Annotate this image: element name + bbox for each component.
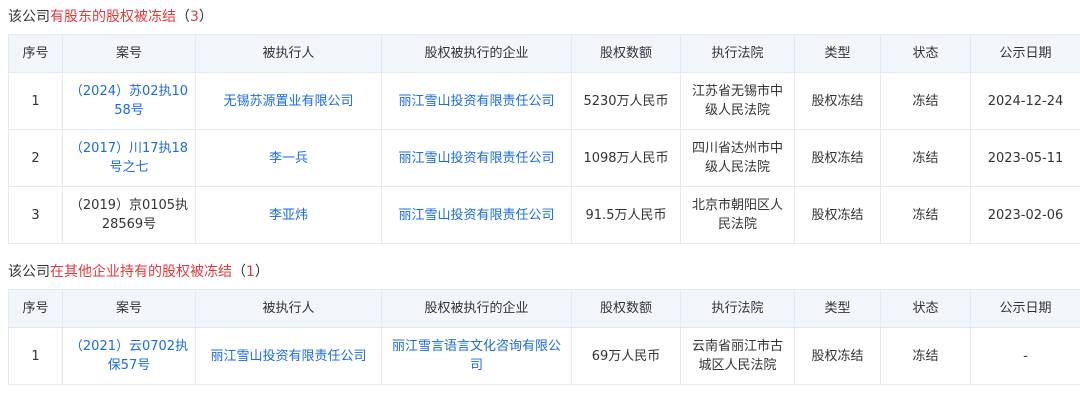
- cell-status: 冻结: [881, 130, 971, 187]
- cell-case-no-link[interactable]: （2017）川17执18 号之七: [63, 130, 196, 187]
- cell-type: 股权冻结: [795, 187, 881, 244]
- case-no-line1: （2019）京0105执: [70, 198, 188, 213]
- section-title-highlight: 有股东的股权被冻结: [50, 9, 176, 25]
- cell-executed-person-link[interactable]: 无锡苏源置业有限公司: [196, 73, 382, 130]
- col-header-company: 股权被执行的企业: [382, 290, 572, 328]
- col-header-case-no: 案号: [63, 290, 196, 328]
- equity-freeze-table-outbound: 序号 案号 被执行人 股权被执行的企业 股权数额 执行法院 类型 状态 公示日期…: [8, 289, 1080, 385]
- case-no-line1[interactable]: （2017）川17执18: [70, 141, 188, 156]
- court-line1: 北京市朝阳区人: [692, 198, 783, 213]
- table-header-row: 序号 案号 被执行人 股权被执行的企业 股权数额 执行法院 类型 状态 公示日期: [9, 35, 1080, 73]
- section-title-shareholder-frozen: 该公司有股东的股权被冻结（3）: [0, 7, 1080, 27]
- company-link-line2[interactable]: 司: [470, 358, 483, 373]
- cell-executed-person-link[interactable]: 李亚炜: [196, 187, 382, 244]
- cell-company-link[interactable]: 丽江雪言语言文化咨询有限公司: [382, 328, 572, 385]
- case-no-line2[interactable]: 保57号: [108, 358, 151, 373]
- case-no-line2: 28569号: [102, 217, 156, 232]
- section-title-prefix: 该公司: [8, 264, 50, 280]
- cell-amount: 91.5万人民币: [572, 187, 681, 244]
- section-count: 1: [246, 264, 255, 280]
- table-header-row: 序号 案号 被执行人 股权被执行的企业 股权数额 执行法院 类型 状态 公示日期: [9, 290, 1080, 328]
- cell-date: 2024-12-24: [971, 73, 1080, 130]
- col-header-court: 执行法院: [681, 35, 795, 73]
- cell-type: 股权冻结: [795, 130, 881, 187]
- executed-person-link[interactable]: 李一兵: [269, 151, 308, 166]
- col-header-type: 类型: [795, 35, 881, 73]
- cell-court: 北京市朝阳区人民法院: [681, 187, 795, 244]
- cell-case-no: （2019）京0105执 28569号: [63, 187, 196, 244]
- section-title-highlight: 在其他企业持有的股权被冻结: [50, 264, 232, 280]
- equity-freeze-table-shareholders: 序号 案号 被执行人 股权被执行的企业 股权数额 执行法院 类型 状态 公示日期…: [8, 34, 1080, 244]
- col-header-case-no: 案号: [63, 35, 196, 73]
- cell-company-link[interactable]: 丽江雪山投资有限责任公司: [382, 130, 572, 187]
- executed-person-link[interactable]: 无锡苏源置业有限公司: [223, 94, 353, 109]
- cell-no: 3: [9, 187, 63, 244]
- cell-company-link[interactable]: 丽江雪山投资有限责任公司: [382, 73, 572, 130]
- section-title-outbound-frozen: 该公司在其他企业持有的股权被冻结（1）: [0, 262, 1080, 282]
- company-link[interactable]: 丽江雪山投资有限责任公司: [398, 94, 554, 109]
- company-link-line1[interactable]: 丽江雪言语言文化咨询有限公: [392, 339, 561, 354]
- court-line1: 四川省达州市中: [692, 141, 783, 156]
- court-line2: 民法院: [718, 217, 757, 232]
- col-header-amount: 股权数额: [572, 35, 681, 73]
- case-no-line2[interactable]: 58号: [114, 103, 144, 118]
- col-header-executed-person: 被执行人: [196, 290, 382, 328]
- case-no-line1[interactable]: （2024）苏02执10: [70, 84, 188, 99]
- cell-no: 1: [9, 328, 63, 385]
- cell-status: 冻结: [881, 187, 971, 244]
- executed-person-link[interactable]: 李亚炜: [269, 208, 308, 223]
- col-header-court: 执行法院: [681, 290, 795, 328]
- court-line2: 级人民法院: [705, 103, 770, 118]
- case-no-line2[interactable]: 号之七: [109, 160, 148, 175]
- section-count: 3: [190, 9, 199, 25]
- col-header-status: 状态: [881, 35, 971, 73]
- court-line2: 级人民法院: [705, 160, 770, 175]
- cell-no: 2: [9, 130, 63, 187]
- court-line2: 城区人民法院: [698, 358, 776, 373]
- count-close-paren: ）: [199, 9, 213, 25]
- cell-company-link[interactable]: 丽江雪山投资有限责任公司: [382, 187, 572, 244]
- cell-status: 冻结: [881, 328, 971, 385]
- cell-type: 股权冻结: [795, 73, 881, 130]
- col-header-no: 序号: [9, 35, 63, 73]
- company-link[interactable]: 丽江雪山投资有限责任公司: [398, 151, 554, 166]
- count-close-paren: ）: [255, 264, 269, 280]
- col-header-date: 公示日期: [971, 290, 1080, 328]
- col-header-status: 状态: [881, 290, 971, 328]
- cell-executed-person-link[interactable]: 李一兵: [196, 130, 382, 187]
- cell-type: 股权冻结: [795, 328, 881, 385]
- cell-amount: 69万人民币: [572, 328, 681, 385]
- cell-status: 冻结: [881, 73, 971, 130]
- col-header-amount: 股权数额: [572, 290, 681, 328]
- cell-date: -: [971, 328, 1080, 385]
- case-no-line1[interactable]: （2021）云0702执: [70, 339, 188, 354]
- col-header-no: 序号: [9, 290, 63, 328]
- table-row: 2 （2017）川17执18 号之七 李一兵 丽江雪山投资有限责任公司 1098万…: [9, 130, 1080, 187]
- count-open-paren: （: [176, 9, 190, 25]
- cell-case-no-link[interactable]: （2024）苏02执10 58号: [63, 73, 196, 130]
- cell-amount: 5230万人民币: [572, 73, 681, 130]
- court-line1: 云南省丽江市古: [692, 339, 783, 354]
- cell-date: 2023-02-06: [971, 187, 1080, 244]
- cell-court: 四川省达州市中级人民法院: [681, 130, 795, 187]
- col-header-type: 类型: [795, 290, 881, 328]
- cell-case-no-link[interactable]: （2021）云0702执保57号: [63, 328, 196, 385]
- col-header-date: 公示日期: [971, 35, 1080, 73]
- cell-date: 2023-05-11: [971, 130, 1080, 187]
- cell-court: 江苏省无锡市中级人民法院: [681, 73, 795, 130]
- cell-amount: 1098万人民币: [572, 130, 681, 187]
- table-row: 1 （2024）苏02执10 58号 无锡苏源置业有限公司 丽江雪山投资有限责任公…: [9, 73, 1080, 130]
- col-header-executed-person: 被执行人: [196, 35, 382, 73]
- table-row: 1 （2021）云0702执保57号 丽江雪山投资有限责任公司 丽江雪言语言文化…: [9, 328, 1080, 385]
- court-line1: 江苏省无锡市中: [692, 84, 783, 99]
- cell-executed-person-link[interactable]: 丽江雪山投资有限责任公司: [196, 328, 382, 385]
- company-link[interactable]: 丽江雪山投资有限责任公司: [398, 208, 554, 223]
- table-row: 3 （2019）京0105执 28569号 李亚炜 丽江雪山投资有限责任公司 91…: [9, 187, 1080, 244]
- executed-person-link[interactable]: 丽江雪山投资有限责任公司: [210, 349, 366, 364]
- section-title-prefix: 该公司: [8, 9, 50, 25]
- cell-court: 云南省丽江市古城区人民法院: [681, 328, 795, 385]
- col-header-company: 股权被执行的企业: [382, 35, 572, 73]
- count-open-paren: （: [232, 264, 246, 280]
- cell-no: 1: [9, 73, 63, 130]
